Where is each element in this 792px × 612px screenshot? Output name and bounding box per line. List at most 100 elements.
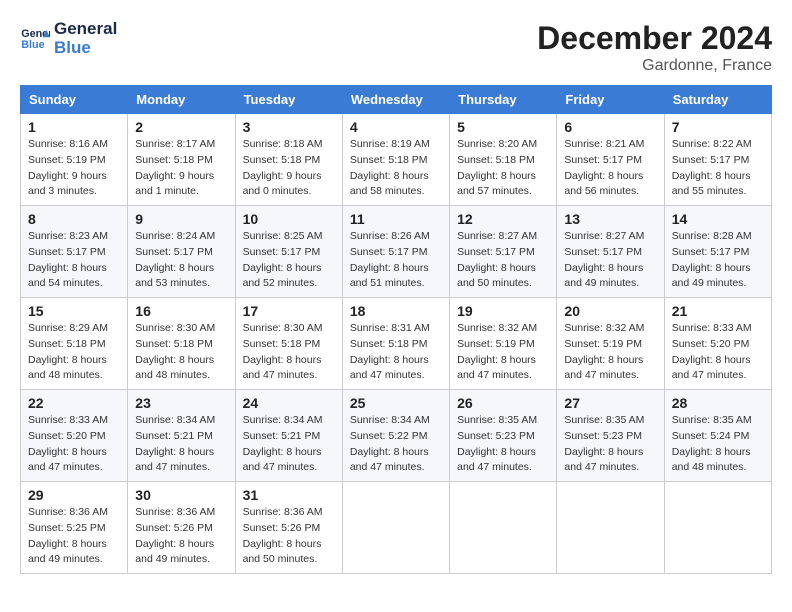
day-number: 22	[28, 395, 120, 411]
logo-line1: General	[54, 20, 117, 39]
day-number: 4	[350, 119, 442, 135]
day-number: 28	[672, 395, 764, 411]
day-info: Sunrise: 8:28 AM Sunset: 5:17 PM Dayligh…	[672, 229, 764, 292]
day-number: 2	[135, 119, 227, 135]
day-number: 6	[564, 119, 656, 135]
day-cell: 23 Sunrise: 8:34 AM Sunset: 5:21 PM Dayl…	[128, 390, 235, 482]
calendar-table: SundayMondayTuesdayWednesdayThursdayFrid…	[20, 85, 772, 574]
day-info: Sunrise: 8:17 AM Sunset: 5:18 PM Dayligh…	[135, 137, 227, 200]
day-info: Sunrise: 8:36 AM Sunset: 5:26 PM Dayligh…	[135, 505, 227, 568]
day-cell: 13 Sunrise: 8:27 AM Sunset: 5:17 PM Dayl…	[557, 206, 664, 298]
logo: General Blue General Blue	[20, 20, 117, 57]
day-cell: 27 Sunrise: 8:35 AM Sunset: 5:23 PM Dayl…	[557, 390, 664, 482]
day-number: 11	[350, 211, 442, 227]
day-info: Sunrise: 8:33 AM Sunset: 5:20 PM Dayligh…	[28, 413, 120, 476]
header-tuesday: Tuesday	[235, 86, 342, 114]
day-info: Sunrise: 8:36 AM Sunset: 5:26 PM Dayligh…	[243, 505, 335, 568]
day-cell: 30 Sunrise: 8:36 AM Sunset: 5:26 PM Dayl…	[128, 482, 235, 574]
day-cell: 2 Sunrise: 8:17 AM Sunset: 5:18 PM Dayli…	[128, 114, 235, 206]
logo-line2: Blue	[54, 39, 117, 58]
header-friday: Friday	[557, 86, 664, 114]
day-number: 29	[28, 487, 120, 503]
day-cell: 12 Sunrise: 8:27 AM Sunset: 5:17 PM Dayl…	[450, 206, 557, 298]
day-number: 31	[243, 487, 335, 503]
day-number: 23	[135, 395, 227, 411]
calendar-header-row: SundayMondayTuesdayWednesdayThursdayFrid…	[21, 86, 772, 114]
day-number: 25	[350, 395, 442, 411]
day-cell: 7 Sunrise: 8:22 AM Sunset: 5:17 PM Dayli…	[664, 114, 771, 206]
day-cell: 19 Sunrise: 8:32 AM Sunset: 5:19 PM Dayl…	[450, 298, 557, 390]
day-cell: 17 Sunrise: 8:30 AM Sunset: 5:18 PM Dayl…	[235, 298, 342, 390]
day-cell	[450, 482, 557, 574]
day-cell: 18 Sunrise: 8:31 AM Sunset: 5:18 PM Dayl…	[342, 298, 449, 390]
day-cell: 26 Sunrise: 8:35 AM Sunset: 5:23 PM Dayl…	[450, 390, 557, 482]
week-row-1: 1 Sunrise: 8:16 AM Sunset: 5:19 PM Dayli…	[21, 114, 772, 206]
header-wednesday: Wednesday	[342, 86, 449, 114]
day-number: 15	[28, 303, 120, 319]
day-cell: 24 Sunrise: 8:34 AM Sunset: 5:21 PM Dayl…	[235, 390, 342, 482]
day-number: 13	[564, 211, 656, 227]
day-info: Sunrise: 8:30 AM Sunset: 5:18 PM Dayligh…	[135, 321, 227, 384]
day-number: 1	[28, 119, 120, 135]
day-cell: 3 Sunrise: 8:18 AM Sunset: 5:18 PM Dayli…	[235, 114, 342, 206]
day-number: 9	[135, 211, 227, 227]
day-number: 19	[457, 303, 549, 319]
day-info: Sunrise: 8:35 AM Sunset: 5:23 PM Dayligh…	[457, 413, 549, 476]
day-number: 10	[243, 211, 335, 227]
day-info: Sunrise: 8:34 AM Sunset: 5:21 PM Dayligh…	[135, 413, 227, 476]
week-row-3: 15 Sunrise: 8:29 AM Sunset: 5:18 PM Dayl…	[21, 298, 772, 390]
day-cell	[664, 482, 771, 574]
day-cell: 28 Sunrise: 8:35 AM Sunset: 5:24 PM Dayl…	[664, 390, 771, 482]
day-cell: 16 Sunrise: 8:30 AM Sunset: 5:18 PM Dayl…	[128, 298, 235, 390]
day-cell: 25 Sunrise: 8:34 AM Sunset: 5:22 PM Dayl…	[342, 390, 449, 482]
week-row-5: 29 Sunrise: 8:36 AM Sunset: 5:25 PM Dayl…	[21, 482, 772, 574]
page-header: General Blue General Blue December 2024 …	[20, 20, 772, 75]
location-subtitle: Gardonne, France	[537, 57, 772, 75]
day-info: Sunrise: 8:26 AM Sunset: 5:17 PM Dayligh…	[350, 229, 442, 292]
day-info: Sunrise: 8:24 AM Sunset: 5:17 PM Dayligh…	[135, 229, 227, 292]
day-info: Sunrise: 8:25 AM Sunset: 5:17 PM Dayligh…	[243, 229, 335, 292]
day-info: Sunrise: 8:19 AM Sunset: 5:18 PM Dayligh…	[350, 137, 442, 200]
day-info: Sunrise: 8:22 AM Sunset: 5:17 PM Dayligh…	[672, 137, 764, 200]
day-info: Sunrise: 8:35 AM Sunset: 5:24 PM Dayligh…	[672, 413, 764, 476]
day-cell	[557, 482, 664, 574]
day-cell: 31 Sunrise: 8:36 AM Sunset: 5:26 PM Dayl…	[235, 482, 342, 574]
day-number: 16	[135, 303, 227, 319]
day-info: Sunrise: 8:35 AM Sunset: 5:23 PM Dayligh…	[564, 413, 656, 476]
day-cell: 14 Sunrise: 8:28 AM Sunset: 5:17 PM Dayl…	[664, 206, 771, 298]
day-cell: 11 Sunrise: 8:26 AM Sunset: 5:17 PM Dayl…	[342, 206, 449, 298]
day-info: Sunrise: 8:36 AM Sunset: 5:25 PM Dayligh…	[28, 505, 120, 568]
day-cell: 6 Sunrise: 8:21 AM Sunset: 5:17 PM Dayli…	[557, 114, 664, 206]
day-cell: 9 Sunrise: 8:24 AM Sunset: 5:17 PM Dayli…	[128, 206, 235, 298]
day-info: Sunrise: 8:27 AM Sunset: 5:17 PM Dayligh…	[564, 229, 656, 292]
day-info: Sunrise: 8:32 AM Sunset: 5:19 PM Dayligh…	[457, 321, 549, 384]
day-cell: 20 Sunrise: 8:32 AM Sunset: 5:19 PM Dayl…	[557, 298, 664, 390]
day-cell: 1 Sunrise: 8:16 AM Sunset: 5:19 PM Dayli…	[21, 114, 128, 206]
day-info: Sunrise: 8:32 AM Sunset: 5:19 PM Dayligh…	[564, 321, 656, 384]
day-info: Sunrise: 8:34 AM Sunset: 5:21 PM Dayligh…	[243, 413, 335, 476]
week-row-2: 8 Sunrise: 8:23 AM Sunset: 5:17 PM Dayli…	[21, 206, 772, 298]
day-cell: 22 Sunrise: 8:33 AM Sunset: 5:20 PM Dayl…	[21, 390, 128, 482]
header-sunday: Sunday	[21, 86, 128, 114]
week-row-4: 22 Sunrise: 8:33 AM Sunset: 5:20 PM Dayl…	[21, 390, 772, 482]
day-number: 14	[672, 211, 764, 227]
day-number: 27	[564, 395, 656, 411]
day-number: 18	[350, 303, 442, 319]
day-info: Sunrise: 8:34 AM Sunset: 5:22 PM Dayligh…	[350, 413, 442, 476]
svg-text:Blue: Blue	[21, 39, 44, 51]
day-cell: 10 Sunrise: 8:25 AM Sunset: 5:17 PM Dayl…	[235, 206, 342, 298]
logo-icon: General Blue	[20, 24, 50, 54]
day-info: Sunrise: 8:31 AM Sunset: 5:18 PM Dayligh…	[350, 321, 442, 384]
day-info: Sunrise: 8:29 AM Sunset: 5:18 PM Dayligh…	[28, 321, 120, 384]
title-block: December 2024 Gardonne, France	[537, 20, 772, 75]
day-info: Sunrise: 8:27 AM Sunset: 5:17 PM Dayligh…	[457, 229, 549, 292]
day-number: 3	[243, 119, 335, 135]
day-cell: 15 Sunrise: 8:29 AM Sunset: 5:18 PM Dayl…	[21, 298, 128, 390]
day-number: 8	[28, 211, 120, 227]
day-info: Sunrise: 8:33 AM Sunset: 5:20 PM Dayligh…	[672, 321, 764, 384]
day-number: 26	[457, 395, 549, 411]
day-cell: 21 Sunrise: 8:33 AM Sunset: 5:20 PM Dayl…	[664, 298, 771, 390]
header-monday: Monday	[128, 86, 235, 114]
day-number: 24	[243, 395, 335, 411]
day-info: Sunrise: 8:16 AM Sunset: 5:19 PM Dayligh…	[28, 137, 120, 200]
